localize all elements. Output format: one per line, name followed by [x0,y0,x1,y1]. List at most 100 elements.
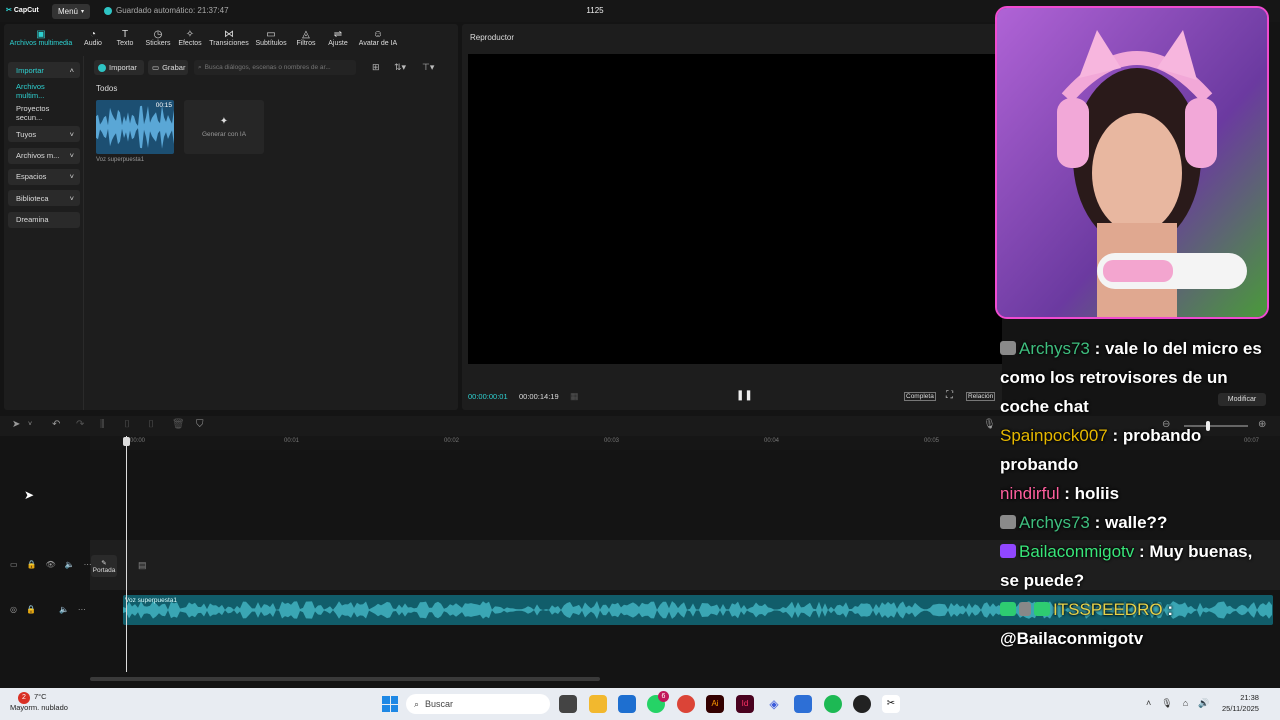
filter-icon[interactable]: ⊤▾ [422,62,434,73]
eye-icon[interactable]: 👁 [46,560,56,569]
app-icon[interactable]: ◈ [765,695,783,713]
system-tray[interactable]: ˄ 🎙 ⌂ 🔊 [1146,698,1209,709]
playhead[interactable] [126,436,127,672]
store-icon[interactable] [618,695,636,713]
media-clip-thumbnail[interactable]: 00:15 [96,100,174,154]
weather-widget[interactable]: 7°C Mayorm. nublado [10,691,68,713]
transitions-icon: ⋈ [224,29,234,40]
timeline-scrollbar[interactable] [90,677,600,681]
tab-stickers[interactable]: ◷ Stickers [142,24,174,52]
sidebar-item-projects[interactable]: Proyectos secun... [8,104,80,122]
import-icon [98,63,106,72]
redo-icon[interactable]: ↷ [76,419,84,430]
delete-icon[interactable]: 🗑 [172,419,185,430]
chrome-icon[interactable] [677,695,695,713]
chevron-up-icon[interactable]: ˄ [1146,698,1151,709]
task-view-icon[interactable] [559,695,577,713]
sidebar-item-library[interactable]: Biblioteca ˅ [8,190,80,207]
sidebar-item-import[interactable]: Importar ˄ [8,62,80,78]
speaker-icon[interactable]: 🔈 [65,560,75,569]
tab-effects[interactable]: ✧ Efectos [174,24,206,52]
chevron-up-icon: ˄ [69,65,74,75]
spotify-icon[interactable] [824,695,842,713]
network-icon[interactable]: ⌂ [1183,698,1188,709]
tab-filters[interactable]: ◬ Filtros [290,24,322,52]
aspect-ratio-button[interactable]: Relación [966,392,996,401]
shield-icon[interactable]: ⛉ [196,419,204,430]
tab-ai-avatar[interactable]: ☺ Avatar de IA [354,24,402,52]
sidebar-item-yours[interactable]: Tuyos ˅ [8,126,80,143]
mic-icon[interactable]: 🎙 [1161,698,1172,709]
search-input[interactable] [204,64,345,71]
speaker-icon[interactable]: 🔈 [59,605,69,614]
audio-icon: ◔ [89,29,97,40]
fullscreen-mode-button[interactable]: Completa [904,392,936,401]
undo-icon[interactable]: ↶ [52,419,60,430]
sidebar-item-media[interactable]: Archivos multim... [8,82,80,100]
chat-message: Bailaconmigotv : Muy buenas, se puede? [1000,542,1253,590]
taskbar-clock[interactable]: 21:38 25/11/2025 [1222,692,1259,714]
media-icon: ▣ [36,29,46,40]
filters-icon: ◬ [302,29,310,40]
media-sidebar: Importar ˄ Archivos multim... Proyectos s… [8,56,84,410]
volume-icon[interactable]: 🔊 [1198,698,1209,709]
pause-button[interactable]: ❚❚ [736,390,753,401]
grid-view-icon[interactable]: ⊞ [372,62,380,73]
app-icon[interactable] [794,695,812,713]
project-title: 1125 [586,6,604,15]
lock-icon[interactable]: 🔒 [27,560,37,569]
tab-text[interactable]: T Texto [108,24,142,52]
obs-icon[interactable] [853,695,871,713]
mic-icon[interactable]: 🎙 [983,419,996,430]
track-type-icon: ▭ [10,560,18,569]
more-icon[interactable]: ⋯ [78,605,86,614]
adjust-icon: ⇌ [333,29,343,40]
split-left-icon[interactable]: ⌷ [124,419,130,430]
sidebar-item-files[interactable]: Archivos m... ˅ [8,147,80,164]
playhead-handle[interactable] [123,437,130,446]
cursor-icon: ➤ [24,488,35,502]
streamer-webcam-image [997,8,1267,317]
tab-transitions[interactable]: ⋈ Transiciones [206,24,252,52]
ruler-tick: 00:02 [444,438,460,444]
taskbar-search[interactable]: ⌕ Buscar [406,694,550,714]
menu-button[interactable]: Menú ▾ [52,4,90,19]
generate-ai-button[interactable]: ✦ Generar con IA [184,100,264,154]
import-button[interactable]: Importar [94,60,144,75]
windows-taskbar [0,688,1280,720]
pointer-icon[interactable]: ➤ [12,419,20,430]
sort-icon[interactable]: ⇅▾ [394,62,406,73]
modify-button[interactable]: Modificar [1218,393,1266,406]
illustrator-icon[interactable]: Ai [706,695,724,713]
ruler-tick: 00:04 [764,438,780,444]
file-explorer-icon[interactable] [589,695,607,713]
stream-chat-overlay: Archys73 : vale lo del micro es como los… [1000,334,1276,689]
clip-duration: 00:15 [155,102,172,109]
effects-icon: ✧ [185,29,195,40]
chevron-down-icon[interactable]: ˅ [28,421,32,428]
frame-icon[interactable]: ▦ [570,391,579,402]
webcam-overlay [995,6,1269,319]
lock-icon[interactable]: 🔒 [26,605,36,614]
tab-audio[interactable]: ◔ Audio [78,24,108,52]
record-button[interactable]: ▭ Grabar [148,60,188,75]
ruler-tick: 00:03 [604,438,620,444]
chat-message: nindirful : holiis [1000,484,1120,503]
windows-start-icon[interactable] [382,696,398,712]
sidebar-item-dreamina[interactable]: Dreamina [8,211,80,228]
preview-screen[interactable] [468,54,1002,364]
badge-icon [1034,602,1050,616]
media-search[interactable]: ⌕ [194,60,356,75]
tab-subtitles[interactable]: ▭ Subtítulos [252,24,290,52]
split-icon[interactable]: ⫼ [100,419,105,430]
chat-message: Archys73 : vale lo del micro es como los… [1000,339,1262,416]
split-right-icon[interactable]: ⌷ [148,419,154,430]
cover-button[interactable]: ✎ Portada [91,555,117,577]
badge-icon [1019,602,1031,616]
tab-adjust[interactable]: ⇌ Ajuste [322,24,354,52]
fit-icon[interactable]: ⛶ [946,390,953,401]
capcut-taskbar-icon[interactable]: ✂ [882,695,900,713]
sidebar-item-spaces[interactable]: Espacios ˅ [8,168,80,185]
indesign-icon[interactable]: Id [736,695,754,713]
tab-media[interactable]: ▣ Archivos multimedia [4,24,78,52]
